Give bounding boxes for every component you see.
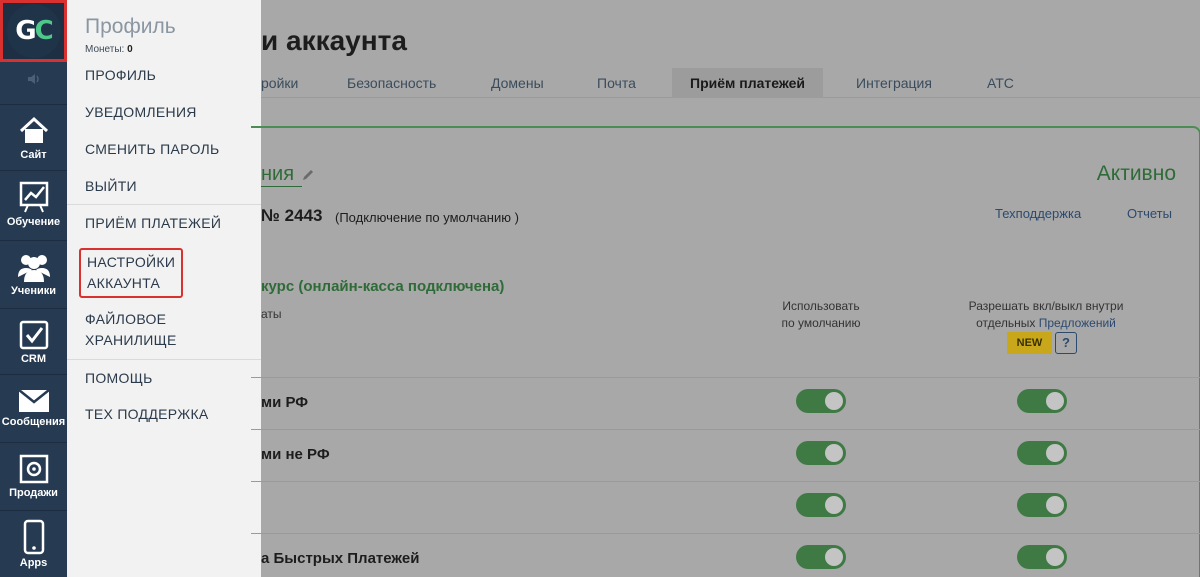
new-badge: NEW: [1007, 332, 1052, 354]
toggle-use-default[interactable]: [796, 493, 846, 517]
tab-pbx[interactable]: АТС: [987, 68, 1014, 98]
logo-icon: GC: [6, 4, 61, 58]
status-active: Активно: [1096, 162, 1176, 185]
tab-payments[interactable]: Приём платежей: [672, 68, 823, 98]
sidebar-item-crm[interactable]: CRM: [0, 308, 67, 374]
logo-letter-c: C: [34, 16, 54, 46]
help-button[interactable]: ?: [1055, 332, 1077, 354]
menu-item-label: ХРАНИЛИЩЕ: [85, 332, 177, 348]
sidebar-label: Сообщения: [1, 415, 66, 428]
sidebar-item-apps[interactable]: Apps: [0, 510, 67, 576]
coins-value: 0: [127, 44, 133, 55]
row-divider: [251, 377, 1200, 378]
allow-column-header: Разрешать вкл/выкл внутри отдельных Пред…: [951, 298, 1141, 332]
pencil-icon[interactable]: [301, 168, 315, 182]
tab-domains[interactable]: Домены: [491, 68, 544, 98]
speaker-icon[interactable]: [0, 64, 67, 94]
reports-link[interactable]: Отчеты: [1127, 206, 1172, 221]
payment-method-label: ми не РФ: [261, 446, 330, 463]
coins-counter: Монеты: 0: [85, 44, 133, 55]
checkbox-icon: [19, 320, 48, 349]
toggle-allow-in-offers[interactable]: [1017, 493, 1067, 517]
menu-item-label: АККАУНТА: [87, 275, 161, 291]
sidebar-item-students[interactable]: Ученики: [0, 240, 67, 306]
menu-item-label: ФАЙЛОВОЕ: [85, 311, 167, 327]
methods-column-header: аты: [261, 307, 282, 321]
menu-item-file-storage[interactable]: ФАЙЛОВОЕ ХРАНИЛИЩЕ: [85, 309, 177, 351]
toggle-use-default[interactable]: [796, 545, 846, 569]
sidebar-item-site[interactable]: Сайт: [0, 104, 67, 170]
column-header-line: Разрешать вкл/выкл внутри: [968, 299, 1124, 313]
coins-label: Монеты:: [85, 44, 125, 55]
column-header-text: отдельных: [976, 316, 1039, 330]
toggle-allow-in-offers[interactable]: [1017, 545, 1067, 569]
home-icon: [19, 116, 48, 143]
toggle-use-default[interactable]: [796, 389, 846, 413]
menu-item-profile[interactable]: ПРОФИЛЬ: [85, 65, 156, 86]
tab-bar: ройки Безопасность Домены Почта Приём пл…: [261, 68, 1200, 98]
menu-divider: [67, 204, 261, 205]
chart-icon: [19, 181, 48, 212]
sidebar-label: Продажи: [9, 486, 58, 499]
sidebar-label: CRM: [20, 352, 47, 365]
column-header-line: по умолчанию: [781, 316, 861, 330]
toggle-allow-in-offers[interactable]: [1017, 389, 1067, 413]
row-divider: [251, 533, 1200, 534]
column-header-line: Использовать: [782, 299, 860, 313]
row-divider: [251, 429, 1200, 430]
tab-mail[interactable]: Почта: [597, 68, 636, 98]
sidebar-label: Ученики: [10, 284, 57, 297]
menu-item-help[interactable]: ПОМОЩЬ: [85, 368, 153, 389]
safe-icon: [19, 454, 48, 483]
sidebar-label: Сайт: [20, 148, 47, 161]
sidebar-item-sales[interactable]: Продажи: [0, 442, 67, 508]
phone-icon: [23, 519, 44, 554]
menu-item-tech-support[interactable]: ТЕХ ПОДДЕРЖКА: [85, 404, 209, 425]
menu-item-account-settings[interactable]: НАСТРОЙКИ АККАУНТА: [79, 248, 184, 298]
sidebar-label: Apps: [19, 556, 48, 569]
sidebar-label: Обучение: [6, 215, 61, 228]
menu-divider: [67, 359, 261, 360]
offers-link[interactable]: Предложений: [1039, 316, 1116, 330]
page-content: и аккаунта ройки Безопасность Домены Поч…: [251, 0, 1200, 577]
main-sidebar: GC Сайт Обучение Ученики CRM Сообщения П…: [0, 0, 67, 577]
column-header-line: отдельных Предложений: [951, 315, 1141, 332]
users-icon: [17, 254, 50, 282]
menu-title: Профиль: [85, 15, 176, 38]
payment-method-label: ми РФ: [261, 394, 309, 411]
tab-security[interactable]: Безопасность: [347, 68, 436, 98]
sidebar-item-learning[interactable]: Обучение: [0, 170, 67, 236]
toggle-use-default[interactable]: [796, 441, 846, 465]
page-title: и аккаунта: [261, 25, 407, 56]
tab-settings[interactable]: ройки: [261, 68, 298, 98]
menu-item-change-password[interactable]: СМЕНИТЬ ПАРОЛЬ: [85, 139, 220, 160]
payment-method-label: а Быстрых Платежей: [261, 550, 420, 567]
support-link[interactable]: Техподдержка: [995, 206, 1081, 221]
row-divider: [251, 481, 1200, 482]
menu-item-logout[interactable]: ВЫЙТИ: [85, 176, 137, 197]
tab-integration[interactable]: Интеграция: [856, 68, 932, 98]
profile-menu: Профиль Монеты: 0 ПРОФИЛЬ УВЕДОМЛЕНИЯ СМ…: [67, 0, 261, 577]
connection-number: № 2443: [261, 206, 323, 225]
default-column-header: Использовать по умолчанию: [766, 298, 876, 332]
connection-name[interactable]: ния: [261, 163, 303, 187]
menu-item-notifications[interactable]: УВЕДОМЛЕНИЯ: [85, 102, 197, 123]
logo-letter-g: G: [15, 16, 36, 46]
sidebar-item-messages[interactable]: Сообщения: [0, 374, 67, 440]
connection-note: (Подключение по умолчанию ): [335, 210, 519, 225]
menu-item-payments[interactable]: ПРИЁМ ПЛАТЕЖЕЙ: [85, 213, 221, 234]
toggle-allow-in-offers[interactable]: [1017, 441, 1067, 465]
envelope-icon: [17, 388, 50, 412]
logo-button[interactable]: GC: [0, 0, 67, 62]
menu-item-label: НАСТРОЙКИ: [87, 254, 176, 270]
provider-title: курс (онлайн-касса подключена): [261, 278, 505, 295]
